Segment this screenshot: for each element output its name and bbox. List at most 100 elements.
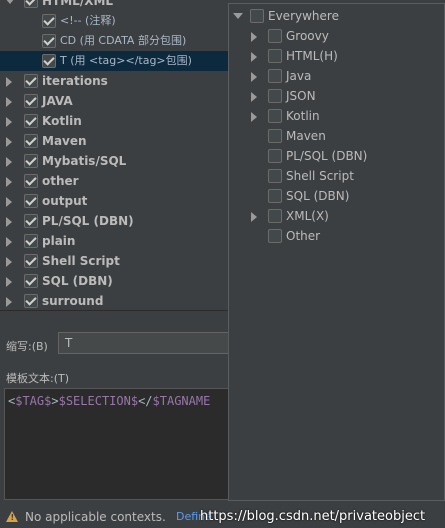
enabled-checkbox[interactable]	[24, 234, 38, 248]
context-label: SQL (DBN)	[286, 189, 350, 203]
template-group-row[interactable]: PL/SQL (DBN)	[0, 211, 228, 231]
context-item-java[interactable]: Java	[229, 66, 444, 86]
template-text-editor[interactable]: <$TAG$>$SELECTION$</$TAGNAME	[4, 388, 228, 500]
abbreviation-label: 缩写:(B)	[6, 340, 48, 353]
chevron-down-icon[interactable]	[5, 0, 15, 4]
context-item-html-h[interactable]: HTML(H)	[229, 46, 444, 66]
context-checkbox[interactable]	[268, 209, 282, 223]
watermark: https://blog.csdn.net/privateobject	[200, 509, 426, 524]
enabled-checkbox[interactable]	[24, 0, 38, 8]
enabled-checkbox[interactable]	[24, 74, 38, 88]
template-row[interactable]: T (用 <tag></tag>包围)	[0, 51, 228, 71]
abbreviation-input[interactable]: T	[58, 332, 228, 354]
template-label: other	[42, 174, 79, 188]
context-item-pl-sql-dbn[interactable]: PL/SQL (DBN)	[229, 146, 444, 166]
context-item-sql-dbn[interactable]: SQL (DBN)	[229, 186, 444, 206]
context-label: Java	[286, 69, 312, 83]
template-group-row[interactable]: other	[0, 171, 228, 191]
context-item-maven[interactable]: Maven	[229, 126, 444, 146]
chevron-right-icon[interactable]	[6, 197, 12, 207]
chevron-right-icon[interactable]	[6, 237, 12, 247]
context-item-shell-script[interactable]: Shell Script	[229, 166, 444, 186]
chevron-right-icon[interactable]	[251, 112, 257, 122]
template-label: PL/SQL (DBN)	[42, 214, 134, 228]
context-label: PL/SQL (DBN)	[286, 149, 368, 163]
template-group-row[interactable]: HTML/XML	[0, 0, 228, 11]
context-item-xml-x[interactable]: XML(X)	[229, 206, 444, 226]
enabled-checkbox[interactable]	[42, 54, 56, 68]
template-group-row[interactable]: plain	[0, 231, 228, 251]
chevron-right-icon[interactable]	[6, 297, 12, 307]
enabled-checkbox[interactable]	[24, 294, 38, 308]
enabled-checkbox[interactable]	[24, 194, 38, 208]
context-label: Shell Script	[286, 169, 354, 183]
template-group-row[interactable]: Shell Script	[0, 251, 228, 271]
chevron-right-icon[interactable]	[6, 257, 12, 267]
chevron-right-icon[interactable]	[251, 52, 257, 62]
enabled-checkbox[interactable]	[24, 214, 38, 228]
context-checkbox[interactable]	[268, 129, 282, 143]
template-text: </	[138, 394, 153, 408]
enabled-checkbox[interactable]	[24, 114, 38, 128]
context-item-everywhere[interactable]: Everywhere	[229, 6, 444, 26]
template-group-row[interactable]: Maven	[0, 131, 228, 151]
template-group-row[interactable]: Kotlin	[0, 111, 228, 131]
chevron-right-icon[interactable]	[251, 212, 257, 222]
enabled-checkbox[interactable]	[42, 14, 56, 28]
chevron-down-icon[interactable]	[233, 13, 243, 19]
template-label: Maven	[42, 134, 87, 148]
context-item-json[interactable]: JSON	[229, 86, 444, 106]
template-row[interactable]: CD (用 CDATA 部分包围)	[0, 31, 228, 51]
template-group-row[interactable]: output	[0, 191, 228, 211]
template-text: >	[51, 394, 59, 408]
context-checkbox[interactable]	[268, 229, 282, 243]
enabled-checkbox[interactable]	[24, 134, 38, 148]
chevron-right-icon[interactable]	[251, 92, 257, 102]
enabled-checkbox[interactable]	[24, 274, 38, 288]
enabled-checkbox[interactable]	[24, 94, 38, 108]
enabled-checkbox[interactable]	[24, 254, 38, 268]
context-checkbox[interactable]	[268, 109, 282, 123]
context-checkbox[interactable]	[268, 69, 282, 83]
chevron-right-icon[interactable]	[6, 277, 12, 287]
tree-divider	[0, 310, 228, 311]
template-group-row[interactable]: surround	[0, 291, 228, 310]
template-variable: $TAG$	[15, 394, 52, 408]
template-group-row[interactable]: JAVA	[0, 91, 228, 111]
context-checkbox[interactable]	[268, 49, 282, 63]
chevron-right-icon[interactable]	[251, 32, 257, 42]
template-label: Shell Script	[42, 254, 120, 268]
context-checkbox[interactable]	[268, 89, 282, 103]
context-item-groovy[interactable]: Groovy	[229, 26, 444, 46]
template-group-row[interactable]: SQL (DBN)	[0, 271, 228, 291]
template-group-row[interactable]: Mybatis/SQL	[0, 151, 228, 171]
chevron-right-icon[interactable]	[6, 137, 12, 147]
chevron-right-icon[interactable]	[6, 157, 12, 167]
contexts-popup: Everywhere Groovy HTML(H) Java JSON Kotlin Mav…	[228, 3, 445, 501]
template-group-row[interactable]: iterations	[0, 71, 228, 91]
enabled-checkbox[interactable]	[42, 34, 56, 48]
template-label: T (用 <tag></tag>包围)	[60, 54, 192, 67]
template-label: CD (用 CDATA 部分包围)	[60, 34, 187, 47]
context-checkbox[interactable]	[268, 149, 282, 163]
chevron-right-icon[interactable]	[251, 72, 257, 82]
context-label: Other	[286, 229, 321, 243]
context-checkbox[interactable]	[268, 29, 282, 43]
context-item-other[interactable]: Other	[229, 226, 444, 246]
chevron-right-icon[interactable]	[6, 97, 12, 107]
chevron-right-icon[interactable]	[6, 77, 12, 87]
context-item-kotlin[interactable]: Kotlin	[229, 106, 444, 126]
context-checkbox[interactable]	[268, 189, 282, 203]
template-label: JAVA	[42, 94, 73, 108]
context-checkbox[interactable]	[268, 169, 282, 183]
template-variable: $SELECTION$	[58, 394, 139, 408]
context-checkbox[interactable]	[250, 9, 264, 23]
enabled-checkbox[interactable]	[24, 174, 38, 188]
template-row[interactable]: <!-- (注释)	[0, 11, 228, 31]
template-label: Mybatis/SQL	[42, 154, 127, 168]
chevron-right-icon[interactable]	[6, 177, 12, 187]
chevron-right-icon[interactable]	[6, 217, 12, 227]
template-label: SQL (DBN)	[42, 274, 113, 288]
enabled-checkbox[interactable]	[24, 154, 38, 168]
chevron-right-icon[interactable]	[6, 117, 12, 127]
